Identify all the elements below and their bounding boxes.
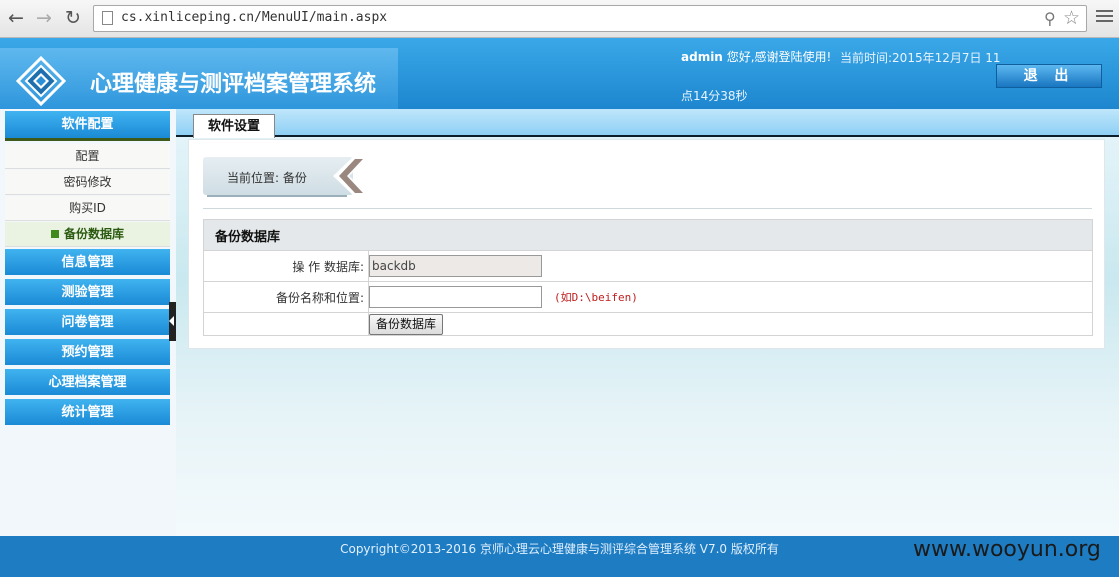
sidebar-group-questionnaire-management[interactable]: 问卷管理 — [5, 309, 170, 337]
tab-bar — [176, 109, 1119, 137]
system-title: 心理健康与测评档案管理系统 — [90, 72, 377, 97]
active-arrow-icon — [50, 230, 59, 238]
app-header: 心理健康与测评档案管理系统 admin 您好,感谢登陆使用! 当前时间:2015… — [0, 38, 1119, 109]
current-time-line1: 当前时间:2015年12月7日 11 — [840, 51, 1001, 65]
sidebar-group-psych-archive-management[interactable]: 心理档案管理 — [5, 369, 170, 397]
welcome-text: admin 您好,感谢登陆使用! — [681, 48, 831, 65]
backup-path-input[interactable] — [369, 286, 542, 308]
watermark-text: www.wooyun.org — [913, 537, 1101, 562]
tab-software-settings[interactable]: 软件设置 — [193, 114, 275, 138]
bookmark-star-icon[interactable]: ☆ — [1063, 7, 1080, 29]
sidebar-group-test-management[interactable]: 测验管理 — [5, 279, 170, 307]
sidebar-group-software-config[interactable]: 软件配置 — [5, 111, 170, 141]
username: admin — [681, 50, 723, 64]
sidebar-item-label: 备份数据库 — [63, 227, 124, 241]
breadcrumb-chevron-icon — [333, 157, 369, 195]
db-name-field: backdb — [369, 255, 542, 277]
current-time-line2: 点14分38秒 — [681, 89, 748, 103]
sidebar-item-password-change[interactable]: 密码修改 — [5, 170, 170, 195]
sidebar-group-info-management[interactable]: 信息管理 — [5, 249, 170, 277]
divider — [203, 208, 1092, 209]
db-label: 操 作 数据库: — [203, 250, 369, 282]
sidebar-item-config[interactable]: 配置 — [5, 144, 170, 169]
address-bar[interactable]: cs.xinliceping.cn/MenuUI/main.aspx ⚲ ☆ — [93, 5, 1087, 32]
reload-icon[interactable]: ↻ — [61, 6, 85, 30]
sidebar-item-buy-id[interactable]: 购买ID — [5, 196, 170, 221]
sidebar-item-backup-database[interactable]: 备份数据库 — [5, 222, 170, 247]
backup-database-button[interactable]: 备份数据库 — [369, 314, 444, 335]
sidebar-group-statistics-management[interactable]: 统计管理 — [5, 399, 170, 427]
browser-menu-icon[interactable] — [1096, 10, 1113, 24]
logout-button[interactable]: 退 出 — [996, 64, 1102, 88]
path-label: 备份名称和位置: — [203, 281, 369, 313]
logo-banner: 心理健康与测评档案管理系统 — [0, 48, 398, 109]
sidebar-group-appointment-management[interactable]: 预约管理 — [5, 339, 170, 367]
footer: Copyright©2013-2016 京师心理云心理健康与测评综合管理系统 V… — [0, 536, 1119, 577]
back-arrow-icon[interactable]: ← — [4, 6, 28, 30]
breadcrumb: 当前位置: 备份 — [203, 157, 353, 195]
url-text[interactable]: cs.xinliceping.cn/MenuUI/main.aspx — [121, 10, 387, 25]
form-title: 备份数据库 — [203, 219, 1093, 251]
backup-form: 备份数据库 操 作 数据库: backdb 备份名称和位置: (如D:\beif… — [203, 219, 1093, 336]
greeting-text: 您好,感谢登陆使用! — [726, 50, 832, 64]
sidebar-collapse-handle[interactable] — [169, 302, 176, 341]
browser-toolbar: ← → ↻ cs.xinliceping.cn/MenuUI/main.aspx… — [0, 0, 1119, 38]
path-hint: (如D:\beifen) — [554, 291, 638, 304]
logo-icon — [16, 56, 66, 106]
page-icon — [102, 11, 113, 25]
collapse-arrow-icon — [169, 316, 174, 326]
forward-arrow-icon[interactable]: → — [32, 6, 56, 30]
key-icon[interactable]: ⚲ — [1044, 9, 1056, 28]
empty-cell — [203, 312, 369, 336]
